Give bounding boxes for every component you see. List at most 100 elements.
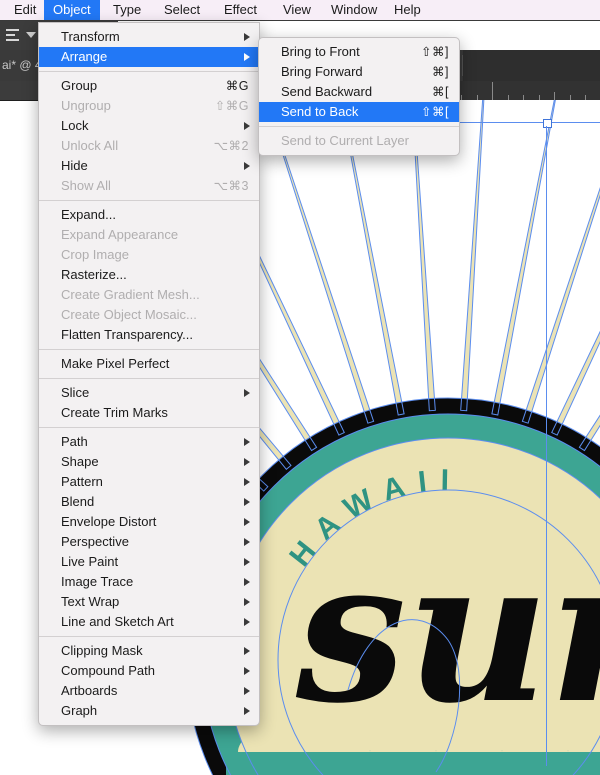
menu-item-label: Lock bbox=[61, 118, 89, 133]
submenu-arrow-icon bbox=[244, 162, 250, 170]
object-menu-item-create-object-mosaic: Create Object Mosaic... bbox=[39, 305, 259, 325]
menu-item-label: Expand... bbox=[61, 207, 116, 222]
menu-item-label: Create Gradient Mesh... bbox=[61, 287, 200, 302]
object-menu-item-line-and-sketch-art[interactable]: Line and Sketch Art bbox=[39, 612, 259, 632]
submenu-arrow-icon bbox=[244, 578, 250, 586]
arrange-submenu-dropdown[interactable]: Bring to Front ⇧⌘] Bring Forward ⌘] Send Bac… bbox=[258, 37, 460, 156]
object-menu-item-shape[interactable]: Shape bbox=[39, 452, 259, 472]
menu-item-label: Blend bbox=[61, 494, 95, 509]
object-menu-item-hide[interactable]: Hide bbox=[39, 156, 259, 176]
arrange-menu-item-send-to-current-layer: Send to Current Layer bbox=[259, 131, 459, 151]
object-menu-item-rasterize[interactable]: Rasterize... bbox=[39, 265, 259, 285]
submenu-arrow-icon bbox=[244, 538, 250, 546]
object-menu-item-graph[interactable]: Graph bbox=[39, 701, 259, 721]
object-menu-item-text-wrap[interactable]: Text Wrap bbox=[39, 592, 259, 612]
menu-item-label: Expand Appearance bbox=[61, 227, 179, 242]
object-menu-item-arrange[interactable]: Arrange bbox=[39, 47, 259, 67]
menu-item-label: Artboards bbox=[61, 683, 118, 698]
menu-item-label: Make Pixel Perfect bbox=[61, 356, 170, 371]
object-menu-item-clipping-mask[interactable]: Clipping Mask bbox=[39, 641, 259, 661]
menu-bar: Edit Object Type Select Effect View Window Help bbox=[0, 0, 600, 21]
object-menu-item-image-trace[interactable]: Image Trace bbox=[39, 572, 259, 592]
menubar-item-object[interactable]: Object bbox=[44, 0, 100, 20]
object-menu-item-lock[interactable]: Lock bbox=[39, 116, 259, 136]
object-menu-item-pattern[interactable]: Pattern bbox=[39, 472, 259, 492]
submenu-arrow-icon bbox=[244, 687, 250, 695]
object-menu-item-compound-path[interactable]: Compound Path bbox=[39, 661, 259, 681]
menu-item-label: Graph bbox=[61, 703, 98, 718]
object-menu-item-envelope-distort[interactable]: Envelope Distort bbox=[39, 512, 259, 532]
menu-item-label: Bring Forward bbox=[281, 64, 363, 79]
object-menu-item-live-paint[interactable]: Live Paint bbox=[39, 552, 259, 572]
object-menu-item-blend[interactable]: Blend bbox=[39, 492, 259, 512]
object-menu-item-expand-appearance: Expand Appearance bbox=[39, 225, 259, 245]
menu-item-shortcut: ⌥⌘3 bbox=[213, 179, 249, 193]
menu-item-label: Create Object Mosaic... bbox=[61, 307, 197, 322]
chevron-down-icon[interactable] bbox=[26, 32, 36, 38]
menu-item-label: Text Wrap bbox=[61, 594, 120, 609]
object-menu-item-unlock-all: Unlock All ⌥⌘2 bbox=[39, 136, 259, 156]
menu-item-label: Create Trim Marks bbox=[61, 405, 168, 420]
artwork-surf-script: surf bbox=[295, 517, 600, 747]
object-menu-item-perspective[interactable]: Perspective bbox=[39, 532, 259, 552]
object-menu-item-show-all: Show All ⌥⌘3 bbox=[39, 176, 259, 196]
menu-item-label: Bring to Front bbox=[281, 44, 360, 59]
submenu-arrow-icon bbox=[244, 33, 250, 41]
object-menu-item-group[interactable]: Group ⌘G bbox=[39, 76, 259, 96]
menu-item-label: Path bbox=[61, 434, 88, 449]
menu-separator bbox=[39, 378, 259, 379]
menu-item-label: Image Trace bbox=[61, 574, 134, 589]
object-menu-item-create-trim-marks[interactable]: Create Trim Marks bbox=[39, 403, 259, 423]
submenu-arrow-icon bbox=[244, 478, 250, 486]
menubar-item-help[interactable]: Help bbox=[385, 0, 430, 20]
menu-item-label: Hide bbox=[61, 158, 88, 173]
menubar-item-window[interactable]: Window bbox=[322, 0, 386, 20]
submenu-arrow-icon bbox=[244, 707, 250, 715]
object-menu-item-transform[interactable]: Transform bbox=[39, 27, 259, 47]
menu-item-label: Show All bbox=[61, 178, 111, 193]
object-menu-item-ungroup: Ungroup ⇧⌘G bbox=[39, 96, 259, 116]
submenu-arrow-icon bbox=[244, 618, 250, 626]
submenu-arrow-icon bbox=[244, 122, 250, 130]
menubar-item-select[interactable]: Select bbox=[155, 0, 209, 20]
menubar-item-edit[interactable]: Edit bbox=[5, 0, 45, 20]
menu-item-label: Envelope Distort bbox=[61, 514, 157, 529]
menu-item-shortcut: ⇧⌘[ bbox=[421, 105, 449, 119]
menu-item-shortcut: ⌘G bbox=[225, 79, 249, 93]
menu-item-label: Send to Back bbox=[281, 104, 359, 119]
object-menu-item-crop-image: Crop Image bbox=[39, 245, 259, 265]
menu-item-label: Rasterize... bbox=[61, 267, 127, 282]
object-menu-item-slice[interactable]: Slice bbox=[39, 383, 259, 403]
submenu-arrow-icon bbox=[244, 458, 250, 466]
menu-separator bbox=[259, 126, 459, 127]
menu-separator bbox=[39, 349, 259, 350]
arrange-menu-item-bring-forward[interactable]: Bring Forward ⌘] bbox=[259, 62, 459, 82]
align-icon[interactable] bbox=[6, 29, 19, 41]
menubar-item-view[interactable]: View bbox=[274, 0, 320, 20]
arrange-menu-item-send-backward[interactable]: Send Backward ⌘[ bbox=[259, 82, 459, 102]
object-menu-item-make-pixel-perfect[interactable]: Make Pixel Perfect bbox=[39, 354, 259, 374]
selection-anchor-point[interactable] bbox=[543, 119, 552, 128]
menu-item-label: Arrange bbox=[61, 49, 108, 64]
submenu-arrow-icon bbox=[244, 667, 250, 675]
submenu-arrow-icon bbox=[244, 558, 250, 566]
object-menu-item-artboards[interactable]: Artboards bbox=[39, 681, 259, 701]
object-menu-item-flatten-transparency[interactable]: Flatten Transparency... bbox=[39, 325, 259, 345]
menu-item-label: Shape bbox=[61, 454, 99, 469]
menubar-item-effect[interactable]: Effect bbox=[215, 0, 266, 20]
arrange-menu-item-send-to-back[interactable]: Send to Back ⇧⌘[ bbox=[259, 102, 459, 122]
menu-item-label: Live Paint bbox=[61, 554, 119, 569]
menu-item-label: Transform bbox=[61, 29, 120, 44]
object-menu-item-path[interactable]: Path bbox=[39, 432, 259, 452]
menu-item-label: Send Backward bbox=[281, 84, 373, 99]
object-menu-item-create-gradient-mesh: Create Gradient Mesh... bbox=[39, 285, 259, 305]
object-menu-dropdown[interactable]: Transform Arrange Group ⌘G Ungroup ⇧⌘G Lock Unl… bbox=[38, 22, 260, 726]
menu-item-shortcut: ⇧⌘] bbox=[421, 45, 449, 59]
menubar-item-type[interactable]: Type bbox=[104, 0, 150, 20]
menu-separator bbox=[39, 427, 259, 428]
menu-item-label: Compound Path bbox=[61, 663, 155, 678]
menu-separator bbox=[39, 71, 259, 72]
arrange-menu-item-bring-to-front[interactable]: Bring to Front ⇧⌘] bbox=[259, 42, 459, 62]
object-menu-item-expand[interactable]: Expand... bbox=[39, 205, 259, 225]
menu-separator bbox=[39, 636, 259, 637]
